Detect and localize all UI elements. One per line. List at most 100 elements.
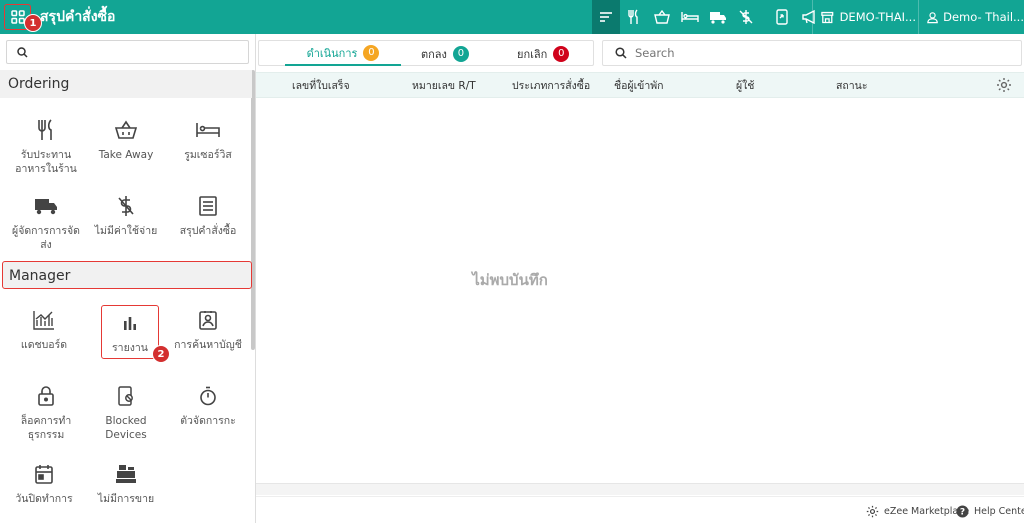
tab-label: ตกลง <box>421 47 447 61</box>
take-away-toolbar-button[interactable] <box>648 0 676 34</box>
dine-in-toolbar-button[interactable] <box>620 0 648 34</box>
tab-cancelled[interactable]: ยกเลิก 0 <box>517 41 570 66</box>
column-user[interactable]: ผู้ใช้ <box>736 73 754 99</box>
help-center-link[interactable]: ? Help Center <box>956 503 1024 519</box>
bed-icon <box>681 12 699 22</box>
sort-lines-icon <box>600 12 612 22</box>
tab-label: ดำเนินการ <box>306 46 358 60</box>
outlet-selector[interactable]: DEMO-THAI... <box>812 0 916 34</box>
no-dollar-icon <box>118 196 134 216</box>
tab-count-badge: 0 <box>452 45 469 62</box>
menu-item-room-service[interactable]: รูมเซอร์วิส <box>168 118 248 162</box>
menu-item-order-summary[interactable]: สรุปคำสั่งซื้อ <box>168 194 248 238</box>
tab-confirmed[interactable]: ตกลง 0 <box>421 41 469 66</box>
room-service-toolbar-button[interactable] <box>676 0 704 34</box>
empty-state-message: ไม่พบบันทึก <box>472 271 548 289</box>
menu-item-label: Take Away <box>98 149 154 161</box>
order-summary-toolbar-button[interactable] <box>592 0 620 34</box>
horizontal-scrollbar[interactable] <box>256 483 1024 495</box>
lock-icon <box>38 386 54 406</box>
dashboard-chart-icon <box>33 311 54 330</box>
column-receipt-no[interactable]: เลขที่ใบเสร็จ <box>292 73 350 99</box>
calendar-icon <box>35 465 53 484</box>
menu-item-label: Blocked Devices <box>105 415 147 441</box>
column-status[interactable]: สถานะ <box>836 73 867 99</box>
menu-item-label: สรุปคำสั่งซื้อ <box>179 225 237 237</box>
fork-knife-icon <box>38 119 52 140</box>
sidebar-search[interactable] <box>6 40 249 64</box>
user-menu[interactable]: Demo- Thail... <box>918 0 1024 34</box>
outlet-name: DEMO-THAI... <box>839 10 916 24</box>
tab-in-progress[interactable]: ดำเนินการ 0 <box>285 41 401 66</box>
menu-item-no-sale[interactable]: ไม่มีการขาย <box>86 462 166 506</box>
help-icon: ? <box>956 505 969 517</box>
table-settings-button[interactable] <box>996 77 1012 96</box>
menu-item-label: ล็อคการทำ ธุรกรรม <box>20 415 72 441</box>
menu-item-delivery-manager[interactable]: ผู้จัดการการจัด ส่ง <box>6 194 86 252</box>
device-toolbar-button[interactable] <box>768 0 796 34</box>
search-icon <box>17 46 28 58</box>
column-rt-number[interactable]: หมายเลข R/T <box>412 73 476 99</box>
sidebar-search-input[interactable] <box>36 45 236 59</box>
phone-arrow-icon <box>776 9 788 25</box>
no-charge-toolbar-button[interactable] <box>732 0 760 34</box>
marketplace-link[interactable]: eZee Marketplace <box>866 503 969 519</box>
status-tabs: ดำเนินการ 0 ตกลง 0 ยกเลิก 0 <box>258 40 594 66</box>
column-guest-name[interactable]: ชื่อผู้เข้าพัก <box>614 73 664 99</box>
svg-text:?: ? <box>960 507 965 517</box>
grid-icon <box>10 10 25 24</box>
user-icon <box>927 11 938 23</box>
gear-icon <box>866 505 879 517</box>
menu-item-dine-in[interactable]: รับประทาน อาหารในร้าน <box>6 118 86 176</box>
blocked-device-icon <box>118 386 133 406</box>
search-icon <box>615 47 627 59</box>
truck-icon <box>710 11 726 24</box>
menu-item-label: ตัวจัดการกะ <box>180 415 236 427</box>
menu-item-closing-day[interactable]: วันปิดทำการ <box>4 462 84 506</box>
menu-item-dashboard[interactable]: แดชบอร์ด <box>4 308 84 352</box>
menu-item-label: รูมเซอร์วิส <box>184 149 232 161</box>
cash-register-icon <box>116 465 136 483</box>
bed-icon <box>196 123 220 137</box>
help-center-label: Help Center <box>974 505 1024 517</box>
menu-item-account-search[interactable]: การค้นหาบัญชี <box>168 308 248 352</box>
menu-item-transaction-lock[interactable]: ล็อคการทำ ธุรกรรม <box>6 384 86 442</box>
order-search-input[interactable] <box>635 46 995 60</box>
user-name: Demo- Thail... <box>943 10 1024 24</box>
toolbar-icons <box>592 0 824 34</box>
section-manager: Manager <box>2 261 252 289</box>
truck-icon <box>35 198 57 214</box>
column-order-type[interactable]: ประเภทการสั่งซื้อ <box>512 73 590 99</box>
menu-item-blocked-devices[interactable]: Blocked Devices <box>86 384 166 442</box>
fork-knife-icon <box>628 9 638 24</box>
menu-item-no-charge[interactable]: ไม่มีค่าใช้จ่าย <box>86 194 166 238</box>
sidebar-scrollbar[interactable] <box>251 70 255 350</box>
delivery-toolbar-button[interactable] <box>704 0 732 34</box>
menu-item-label: ไม่มีการขาย <box>97 493 155 505</box>
store-icon <box>821 11 834 23</box>
tab-count-badge: 0 <box>363 44 380 61</box>
footer: eZee Marketplace ? Help Center <box>256 496 1024 523</box>
tab-label: ยกเลิก <box>517 47 548 61</box>
menu-item-label: รับประทาน อาหารในร้าน <box>15 149 77 175</box>
section-ordering: Ordering <box>0 70 252 98</box>
menu-item-label: แดชบอร์ด <box>20 339 68 351</box>
sidebar-menu: Ordering รับประทาน อาหารในร้าน Take Away… <box>0 34 256 523</box>
reports-highlight <box>101 305 159 359</box>
menu-item-label: ไม่มีค่าใช้จ่าย <box>94 225 158 237</box>
top-bar: 1 สรุปคำสั่งซื้อ DEMO-THAI... Demo- Thai… <box>0 0 1024 34</box>
list-doc-icon <box>199 196 217 216</box>
account-search-icon <box>199 311 217 330</box>
tab-count-badge: 0 <box>553 45 570 62</box>
page-title: สรุปคำสั่งซื้อ <box>40 9 116 25</box>
menu-item-take-away[interactable]: Take Away <box>86 118 166 162</box>
menu-item-label: วันปิดทำการ <box>15 493 73 505</box>
menu-item-shift-manager[interactable]: ตัวจัดการกะ <box>168 384 248 428</box>
basket-icon <box>654 10 670 24</box>
table-header: เลขที่ใบเสร็จ หมายเลข R/T ประเภทการสั่งซ… <box>256 72 1024 98</box>
basket-icon <box>115 120 137 139</box>
order-search[interactable] <box>602 40 1022 66</box>
menu-item-label: การค้นหาบัญชี <box>174 339 242 351</box>
stopwatch-icon <box>200 386 216 406</box>
